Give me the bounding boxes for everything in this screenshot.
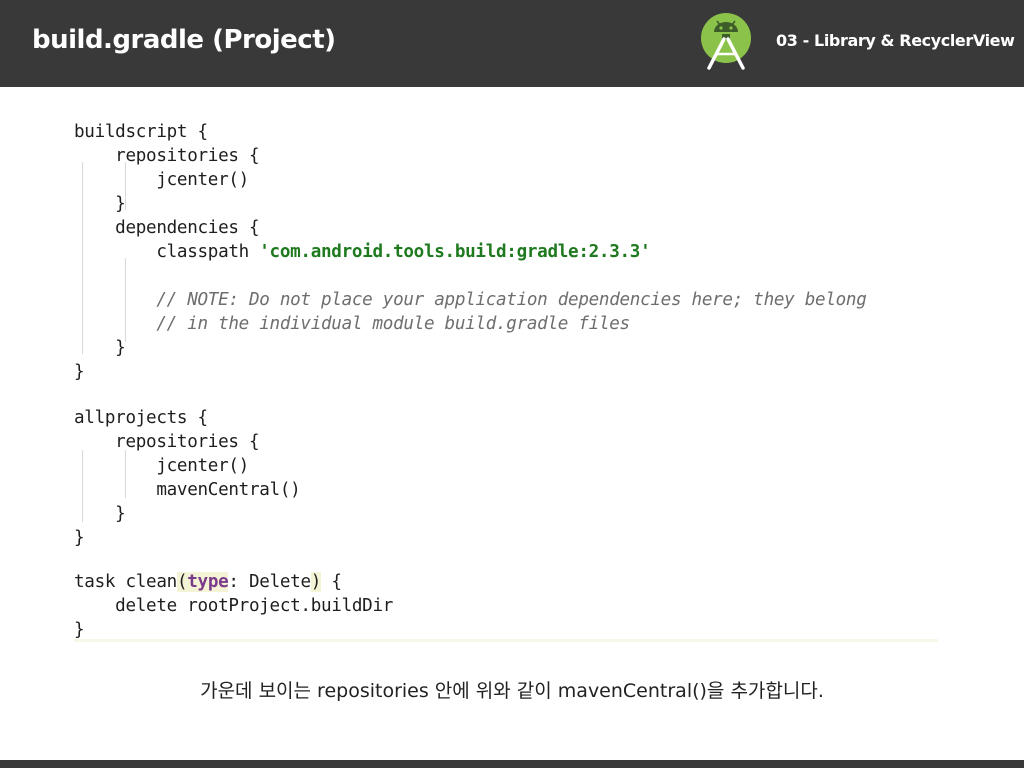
android-studio-icon [701,13,751,70]
code-line: allprojects { [74,408,208,428]
code-line: repositories { [74,432,260,452]
code-comment-line: // in the individual module build.gradle… [74,314,630,334]
code-line: delete rootProject.buildDir [74,596,394,616]
code-line: } [74,504,126,524]
paren-close: ) [310,572,322,592]
code-line: dependencies { [74,218,260,238]
code-line-task: task clean(type: Delete) { [74,570,342,594]
code-line: jcenter() [74,456,249,476]
type-keyword: type [187,572,229,592]
paren-open: ( [176,572,188,592]
slide-title: build.gradle (Project) [32,25,336,55]
code-line: } [74,362,85,382]
code-line-classpath: classpath 'com.android.tools.build:gradl… [74,240,650,264]
code-line: jcenter() [74,170,249,190]
slide-footer-bar [0,760,1024,768]
code-line: } [74,338,126,358]
code-line: } [74,194,126,214]
editor-bottom-edge [74,639,938,642]
lecture-subtitle: 03 - Library & RecyclerView [776,31,1015,50]
code-comment-line: // NOTE: Do not place your application d… [74,290,867,310]
slide-caption: 가운데 보이는 repositories 안에 위와 같이 mavenCentr… [200,680,824,702]
code-text: classpath [74,242,260,262]
code-editor-screenshot: buildscript { repositories { jcenter() }… [74,114,938,644]
code-text: : Delete [228,572,311,592]
code-line: } [74,528,85,548]
code-line: mavenCentral() [74,480,301,500]
classpath-string: 'com.android.tools.build:gradle:2.3.3' [259,242,651,262]
code-text: { [321,572,342,592]
code-text: task clean [74,572,177,592]
slide-header: build.gradle (Project) 03 - Library & Re… [0,0,1024,87]
code-line: repositories { [74,146,260,166]
code-line: buildscript { [74,122,208,142]
